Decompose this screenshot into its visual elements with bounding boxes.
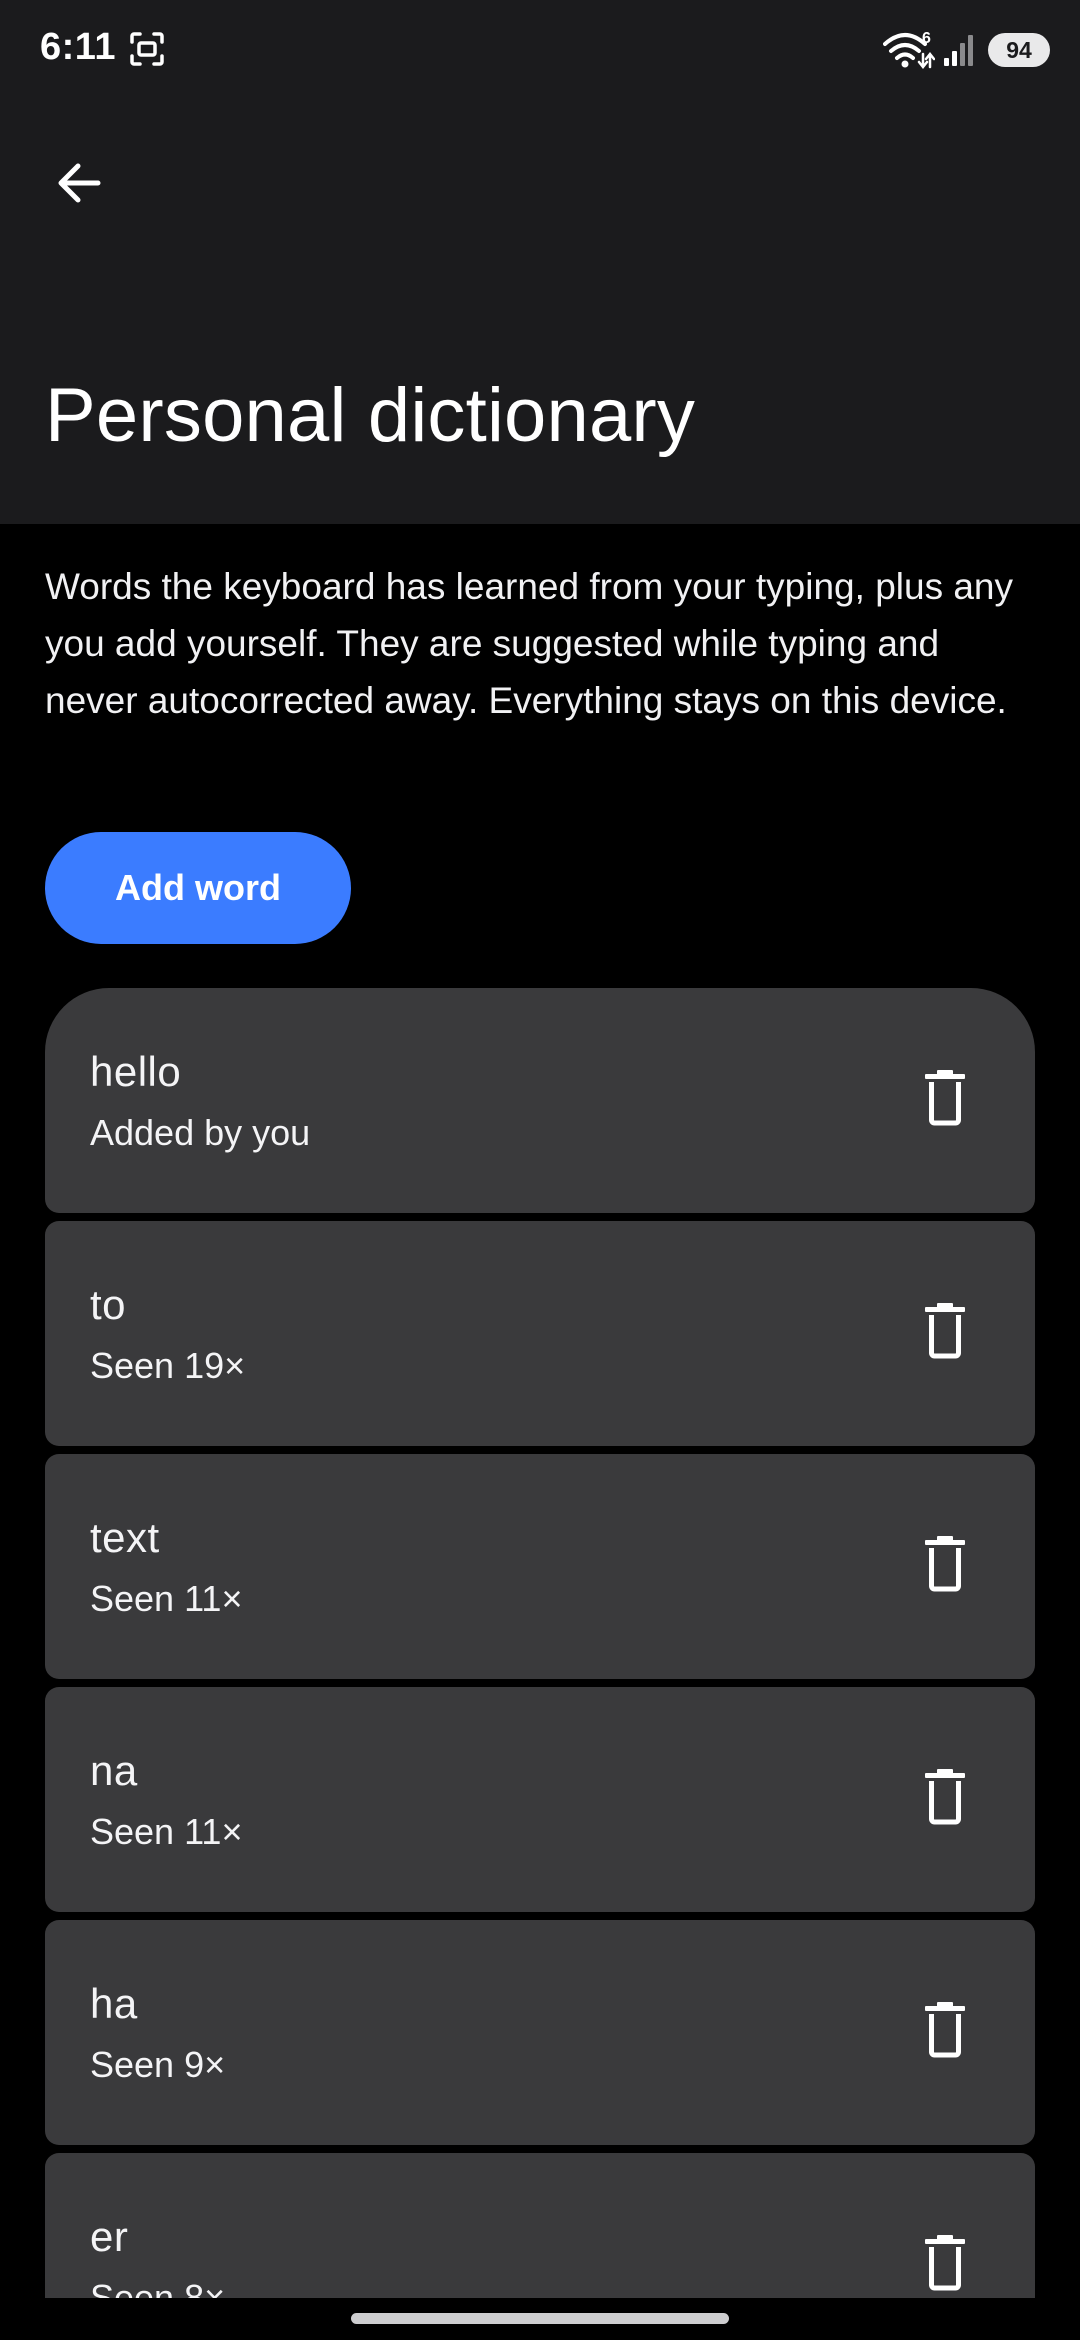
word-row[interactable]: ha Seen 9× — [45, 1920, 1035, 2145]
home-indicator[interactable] — [351, 2313, 729, 2324]
screenshot-icon — [130, 32, 164, 66]
trash-icon — [925, 2235, 965, 2291]
cellular-signal-icon — [944, 35, 973, 66]
delete-word-button[interactable] — [913, 1064, 977, 1132]
word-row[interactable]: text Seen 11× — [45, 1454, 1035, 1679]
status-time: 6:11 — [40, 26, 116, 68]
word-detail: Seen 9× — [90, 2044, 226, 2085]
delete-word-button[interactable] — [913, 1763, 977, 1831]
delete-word-button[interactable] — [913, 1297, 977, 1365]
word-detail: Seen 11× — [90, 1811, 243, 1852]
add-word-button[interactable]: Add word — [45, 832, 351, 944]
word-detail: Seen 8× — [90, 2277, 226, 2298]
trash-icon — [925, 1536, 965, 1592]
delete-word-button[interactable] — [913, 1996, 977, 2064]
back-button[interactable] — [46, 150, 112, 216]
word-text: hello — [90, 1048, 182, 1095]
word-text: na — [90, 1747, 138, 1794]
app-bar: 6:11 6 94 Personal dictionary — [0, 0, 1080, 524]
trash-icon — [925, 1303, 965, 1359]
word-row[interactable]: to Seen 19× — [45, 1221, 1035, 1446]
trash-icon — [925, 1769, 965, 1825]
delete-word-button[interactable] — [913, 2229, 977, 2297]
word-detail: Added by you — [90, 1112, 311, 1153]
trash-icon — [925, 2002, 965, 2058]
battery-indicator: 94 — [988, 33, 1050, 67]
word-text: er — [90, 2213, 129, 2260]
word-text: ha — [90, 1980, 138, 2027]
arrow-left-icon — [58, 163, 101, 203]
word-row[interactable]: hello Added by you — [45, 988, 1035, 1213]
word-row[interactable]: na Seen 11× — [45, 1687, 1035, 1912]
word-list: hello Added by you to Seen 19× text Seen… — [45, 988, 1035, 2298]
word-detail: Seen 11× — [90, 1578, 243, 1619]
status-bar: 6:11 6 94 — [0, 0, 1080, 100]
delete-word-button[interactable] — [913, 1530, 977, 1598]
word-detail: Seen 19× — [90, 1345, 246, 1386]
description-text: Words the keyboard has learned from your… — [45, 566, 1013, 721]
word-row[interactable]: er Seen 8× — [45, 2153, 1035, 2298]
page-title: Personal dictionary — [45, 373, 696, 458]
word-text: to — [90, 1281, 127, 1328]
word-text: text — [90, 1514, 160, 1561]
wifi-generation-badge: 6 — [922, 30, 931, 47]
trash-icon — [925, 1070, 965, 1126]
